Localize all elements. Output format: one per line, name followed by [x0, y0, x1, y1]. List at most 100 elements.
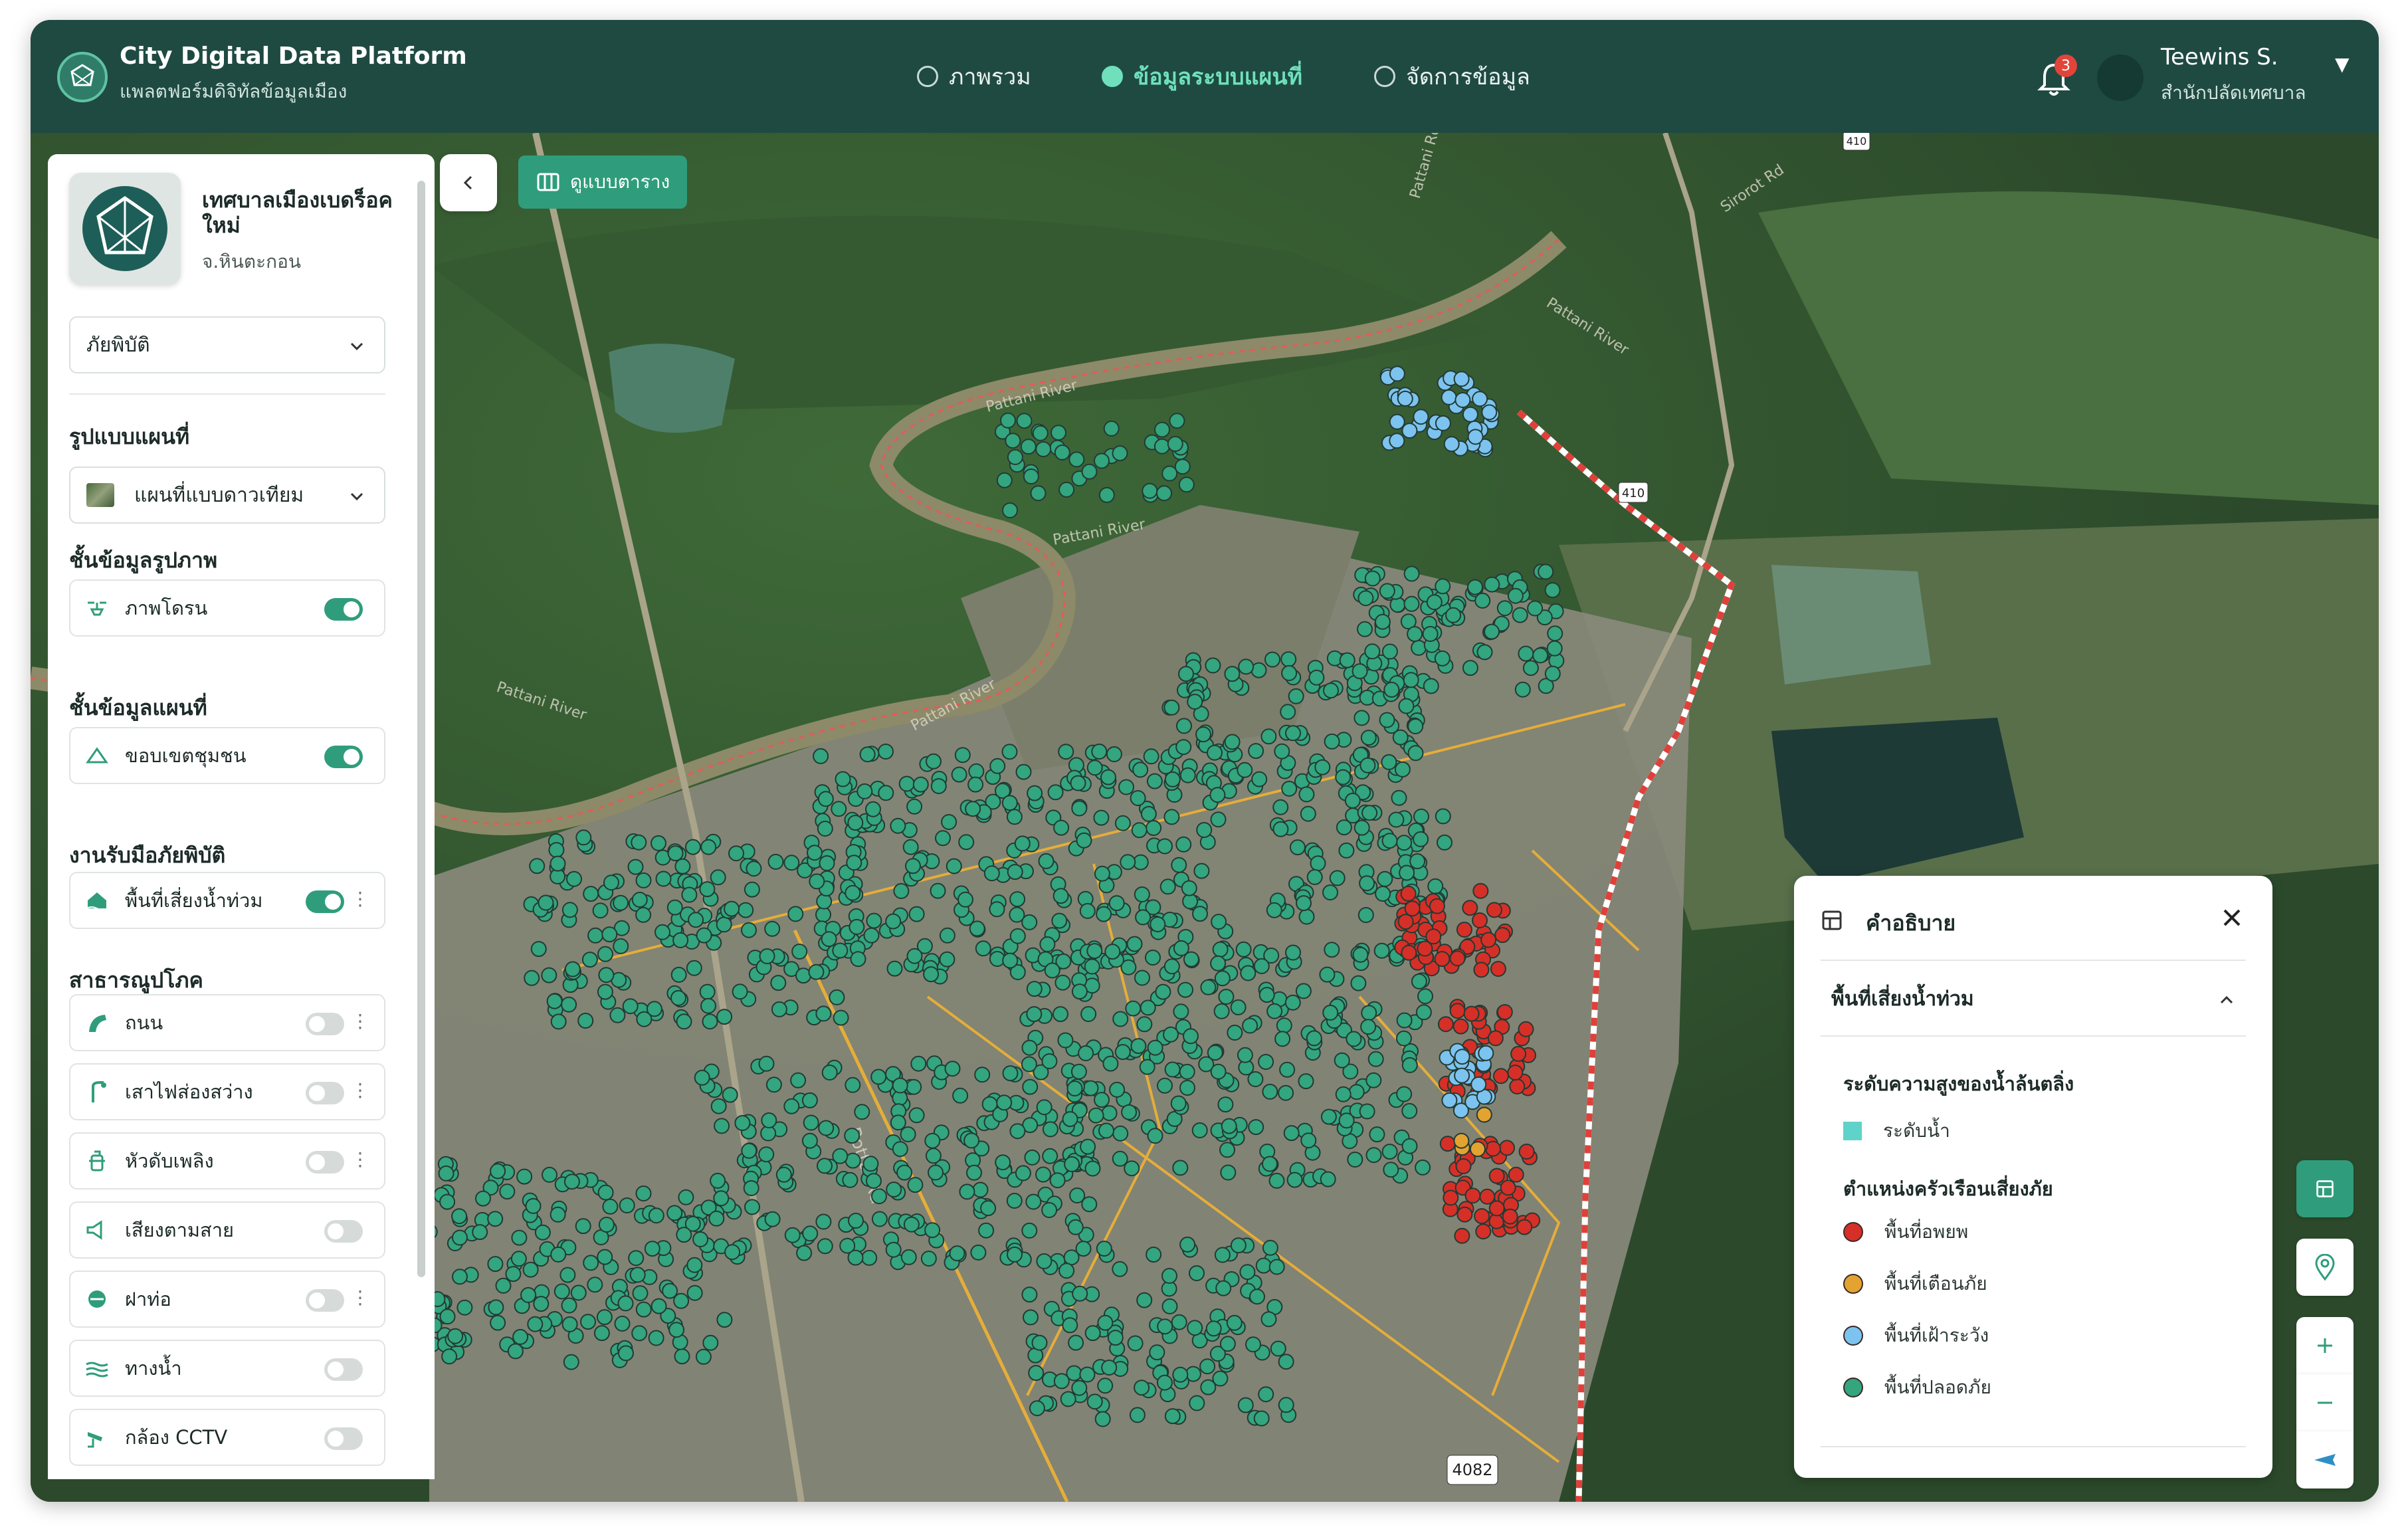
household-marker[interactable]: [846, 855, 862, 871]
household-marker[interactable]: [692, 1231, 709, 1247]
household-marker[interactable]: [1157, 838, 1173, 855]
household-marker[interactable]: [1262, 1083, 1278, 1100]
household-marker[interactable]: [1142, 482, 1158, 499]
household-marker[interactable]: [817, 1238, 833, 1255]
household-marker[interactable]: [1066, 1080, 1083, 1096]
household-marker[interactable]: [807, 845, 823, 861]
household-marker[interactable]: [622, 998, 639, 1015]
household-marker[interactable]: [1278, 1354, 1294, 1370]
household-marker[interactable]: [1437, 1016, 1454, 1033]
household-marker[interactable]: [1039, 936, 1056, 952]
household-marker[interactable]: [1423, 678, 1439, 694]
household-marker[interactable]: [1481, 404, 1498, 421]
household-marker[interactable]: [1255, 1257, 1272, 1274]
household-marker[interactable]: [1473, 962, 1490, 978]
household-marker[interactable]: [1207, 1045, 1223, 1061]
map-style-select[interactable]: แผนที่แบบดาวเทียม: [69, 466, 385, 524]
household-marker[interactable]: [670, 966, 687, 983]
household-marker[interactable]: [1179, 767, 1196, 783]
household-marker[interactable]: [900, 1126, 916, 1142]
household-marker[interactable]: [1178, 666, 1194, 682]
household-marker[interactable]: [1086, 760, 1103, 776]
household-marker[interactable]: [850, 951, 866, 968]
household-marker[interactable]: [561, 1316, 578, 1332]
household-marker[interactable]: [559, 1267, 576, 1283]
household-marker[interactable]: [564, 961, 581, 977]
household-marker[interactable]: [1029, 1400, 1045, 1417]
household-marker[interactable]: [1163, 1026, 1179, 1043]
household-marker[interactable]: [1285, 725, 1301, 742]
household-marker[interactable]: [1407, 745, 1424, 762]
household-marker[interactable]: [1455, 1158, 1472, 1174]
household-marker[interactable]: [878, 744, 894, 760]
household-marker[interactable]: [1210, 955, 1227, 972]
household-marker[interactable]: [893, 882, 910, 899]
household-marker[interactable]: [475, 1190, 491, 1207]
household-marker[interactable]: [1224, 666, 1241, 682]
household-marker[interactable]: [1359, 757, 1376, 773]
household-marker[interactable]: [1264, 651, 1280, 668]
household-marker[interactable]: [978, 1222, 995, 1239]
household-marker[interactable]: [1407, 718, 1424, 734]
household-marker[interactable]: [714, 1118, 730, 1134]
household-marker[interactable]: [886, 960, 903, 977]
household-marker[interactable]: [1456, 922, 1472, 938]
household-marker[interactable]: [861, 1249, 878, 1266]
household-marker[interactable]: [1009, 891, 1026, 908]
household-marker[interactable]: [1500, 1180, 1516, 1196]
household-marker[interactable]: [636, 1011, 652, 1027]
household-marker[interactable]: [957, 891, 973, 908]
household-marker[interactable]: [848, 1213, 864, 1229]
household-marker[interactable]: [1149, 1344, 1165, 1361]
household-marker[interactable]: [906, 948, 923, 964]
household-marker[interactable]: [1388, 811, 1405, 828]
household-marker[interactable]: [1042, 1148, 1058, 1164]
household-marker[interactable]: [862, 1156, 879, 1172]
household-marker[interactable]: [1088, 1107, 1104, 1124]
household-marker[interactable]: [1329, 870, 1346, 886]
household-marker[interactable]: [1415, 1159, 1431, 1176]
household-marker[interactable]: [925, 1148, 942, 1164]
household-marker[interactable]: [1070, 775, 1086, 791]
household-marker[interactable]: [1221, 1118, 1237, 1134]
household-marker[interactable]: [952, 1087, 969, 1104]
household-marker[interactable]: [1260, 728, 1277, 745]
household-marker[interactable]: [674, 1348, 690, 1365]
household-marker[interactable]: [1361, 1005, 1377, 1021]
household-marker[interactable]: [1354, 710, 1370, 726]
household-marker[interactable]: [1248, 1119, 1264, 1136]
household-marker[interactable]: [694, 1069, 710, 1086]
household-marker[interactable]: [1000, 412, 1016, 429]
household-marker[interactable]: [1193, 863, 1210, 879]
household-marker[interactable]: [1377, 871, 1393, 887]
household-marker[interactable]: [1472, 882, 1489, 899]
household-marker[interactable]: [1544, 582, 1561, 599]
household-marker[interactable]: [542, 1166, 557, 1183]
household-marker[interactable]: [1401, 944, 1417, 961]
household-marker[interactable]: [563, 1174, 580, 1190]
household-marker[interactable]: [1125, 1000, 1142, 1017]
household-marker[interactable]: [452, 1269, 468, 1285]
household-marker[interactable]: [1454, 1067, 1470, 1084]
layer-row-cctv[interactable]: กล้อง CCTV: [69, 1409, 385, 1466]
household-marker[interactable]: [1220, 1164, 1237, 1181]
household-marker[interactable]: [451, 1208, 468, 1225]
household-marker[interactable]: [1453, 371, 1470, 387]
household-marker[interactable]: [1278, 1084, 1294, 1101]
household-marker[interactable]: [1139, 1059, 1155, 1075]
household-marker[interactable]: [954, 747, 971, 764]
household-marker[interactable]: [1527, 600, 1544, 617]
household-marker[interactable]: [1106, 746, 1122, 762]
household-marker[interactable]: [1005, 433, 1021, 449]
household-marker[interactable]: [890, 1114, 906, 1131]
household-marker[interactable]: [866, 1173, 882, 1189]
household-marker[interactable]: [1210, 1063, 1227, 1080]
household-marker[interactable]: [618, 1345, 634, 1362]
household-marker[interactable]: [1021, 1222, 1038, 1239]
household-marker[interactable]: [1199, 1358, 1216, 1375]
household-marker[interactable]: [813, 748, 829, 764]
household-marker[interactable]: [1009, 928, 1026, 944]
household-marker[interactable]: [1413, 831, 1429, 847]
household-marker[interactable]: [1082, 1080, 1099, 1096]
household-marker[interactable]: [1209, 787, 1226, 803]
